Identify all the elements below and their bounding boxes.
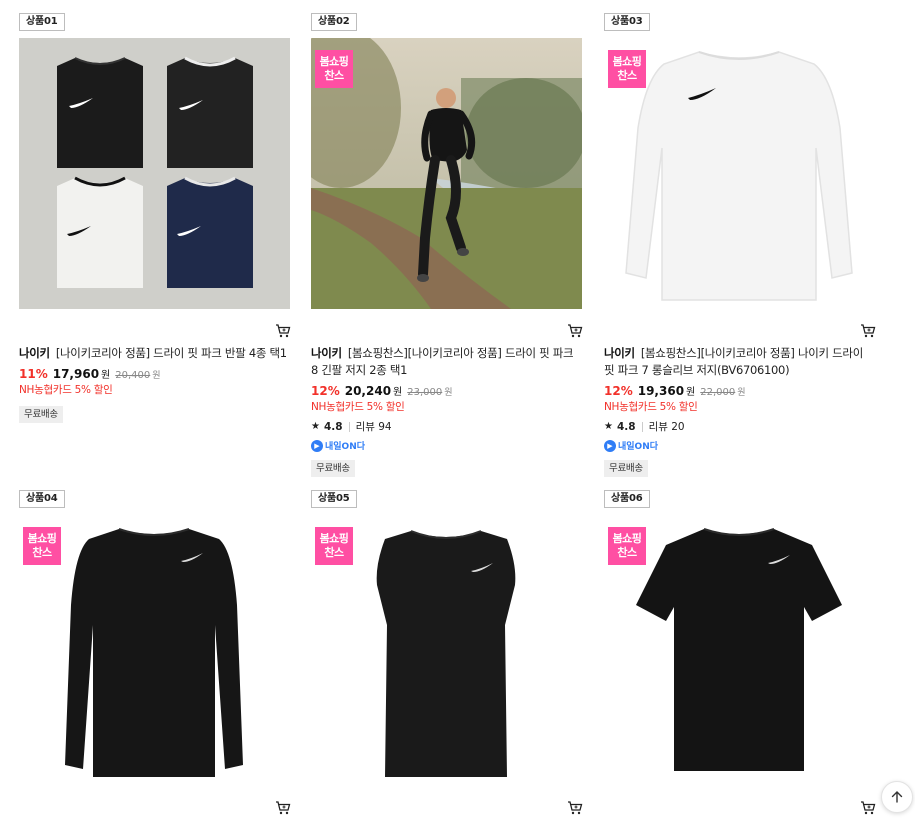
product-name: [나이키코리아 정품] 드라이 핏 파크 반팔 4종 택1 [55, 346, 287, 360]
tomorrow-delivery-label: 내일ON다 [325, 442, 366, 452]
sale-price: 19,360 [637, 384, 685, 398]
price-unit: 원 [393, 387, 403, 398]
original-price: 23,000 [407, 387, 443, 398]
product-title[interactable]: 나이키 [나이키코리아 정품] 드라이 핏 파크 반팔 4종 택1 [19, 345, 291, 362]
scroll-to-top-button[interactable] [881, 781, 913, 813]
review-count[interactable]: 리뷰 94 [356, 419, 392, 434]
product-title[interactable]: 나이키 [봄쇼핑찬스][나이키코리아 정품] 드라이 핏 파크 8 긴팔 저지 2… [311, 345, 583, 379]
product-title[interactable]: 나이키 [봄쇼핑찬스][나이키코리아 정품] 나이키 드라이 핏 파크 7 롱슬리… [604, 345, 876, 379]
arrow-up-icon [891, 791, 903, 803]
review-count[interactable]: 리뷰 20 [649, 419, 685, 434]
original-price-unit: 원 [444, 388, 453, 398]
cart-icon[interactable] [275, 323, 291, 338]
price-row: 11% 17,960 원 20,400 원 [19, 366, 291, 382]
cart-icon[interactable] [275, 800, 291, 815]
original-price: 22,000 [700, 387, 736, 398]
star-icon: ★ [311, 421, 320, 432]
product-grid: 상품01 나이키 [나이키코리아 정품] 드라이 핏 파크 반팔 4종 택1 1… [0, 0, 915, 823]
product-image[interactable]: 봄쇼핑 찬스 [19, 515, 290, 786]
card-promotion: NH농협카드 5% 할인 [311, 401, 405, 413]
rank-badge: 상품02 [311, 13, 357, 31]
sale-price: 17,960 [52, 367, 100, 381]
free-shipping-badge: 무료배송 [604, 460, 648, 477]
product-name: [봄쇼핑찬스][나이키코리아 정품] 드라이 핏 파크 8 긴팔 저지 2종 택… [311, 346, 574, 377]
card-promotion: NH농협카드 5% 할인 [604, 401, 698, 413]
product-info: 나이키 [봄쇼핑찬스][나이키코리아 정품] 나이키 드라이 핏 파크 7 롱슬리… [604, 345, 876, 477]
brand-name: 나이키 [311, 346, 342, 360]
free-shipping-badge: 무료배송 [311, 460, 355, 477]
event-badge: 봄쇼핑 찬스 [315, 50, 353, 88]
cart-icon[interactable] [567, 323, 583, 338]
sale-price: 20,240 [344, 384, 392, 398]
product-image[interactable]: 봄쇼핑 찬스 [311, 38, 582, 309]
price-unit: 원 [686, 387, 696, 398]
product-image[interactable] [19, 38, 290, 309]
brand-name: 나이키 [604, 346, 635, 360]
rank-badge: 상품06 [604, 490, 650, 508]
price-row: 12% 19,360 원 22,000 원 [604, 383, 876, 399]
rating-row: ★ 4.8 리뷰 20 [604, 418, 876, 435]
rating-score: 4.8 [323, 420, 343, 433]
product-name: [봄쇼핑찬스][나이키코리아 정품] 나이키 드라이 핏 파크 7 롱슬리브 저… [604, 346, 863, 377]
price-unit: 원 [101, 370, 111, 381]
discount-rate: 11% [19, 367, 48, 381]
event-badge: 봄쇼핑 찬스 [23, 527, 61, 565]
tomorrow-delivery-badge: ▶ 내일ON다 [311, 437, 583, 454]
discount-rate: 12% [311, 384, 340, 398]
divider [641, 421, 643, 432]
rank-badge: 상품05 [311, 490, 357, 508]
delivery-truck-icon: ▶ [311, 439, 323, 452]
original-price-unit: 원 [152, 371, 161, 381]
original-price-unit: 원 [737, 388, 746, 398]
rating-score: 4.8 [616, 420, 636, 433]
star-icon: ★ [604, 421, 613, 432]
product-image[interactable]: 봄쇼핑 찬스 [604, 515, 875, 786]
price-row: 12% 20,240 원 23,000 원 [311, 383, 583, 399]
delivery-truck-icon: ▶ [604, 439, 616, 452]
divider [348, 421, 350, 432]
tomorrow-delivery-badge: ▶ 내일ON다 [604, 437, 876, 454]
product-image[interactable]: 봄쇼핑 찬스 [311, 515, 582, 786]
product-info: 나이키 [봄쇼핑찬스][나이키코리아 정품] 드라이 핏 파크 8 긴팔 저지 2… [311, 345, 583, 477]
rank-badge: 상품03 [604, 13, 650, 31]
tomorrow-delivery-label: 내일ON다 [618, 442, 659, 452]
event-badge: 봄쇼핑 찬스 [315, 527, 353, 565]
rating-row: ★ 4.8 리뷰 94 [311, 418, 583, 435]
card-promotion: NH농협카드 5% 할인 [19, 384, 113, 396]
cart-icon[interactable] [860, 323, 876, 338]
product-info: 나이키 [나이키코리아 정품] 드라이 핏 파크 반팔 4종 택1 11% 17,… [19, 345, 291, 423]
brand-name: 나이키 [19, 346, 50, 360]
event-badge: 봄쇼핑 찬스 [608, 527, 646, 565]
cart-icon[interactable] [567, 800, 583, 815]
cart-icon[interactable] [860, 800, 876, 815]
rank-badge: 상품01 [19, 13, 65, 31]
rank-badge: 상품04 [19, 490, 65, 508]
original-price: 20,400 [115, 370, 151, 381]
event-badge: 봄쇼핑 찬스 [608, 50, 646, 88]
folded-tees-image [19, 38, 290, 309]
product-image[interactable]: 봄쇼핑 찬스 [604, 38, 875, 309]
free-shipping-badge: 무료배송 [19, 406, 63, 423]
discount-rate: 12% [604, 384, 633, 398]
